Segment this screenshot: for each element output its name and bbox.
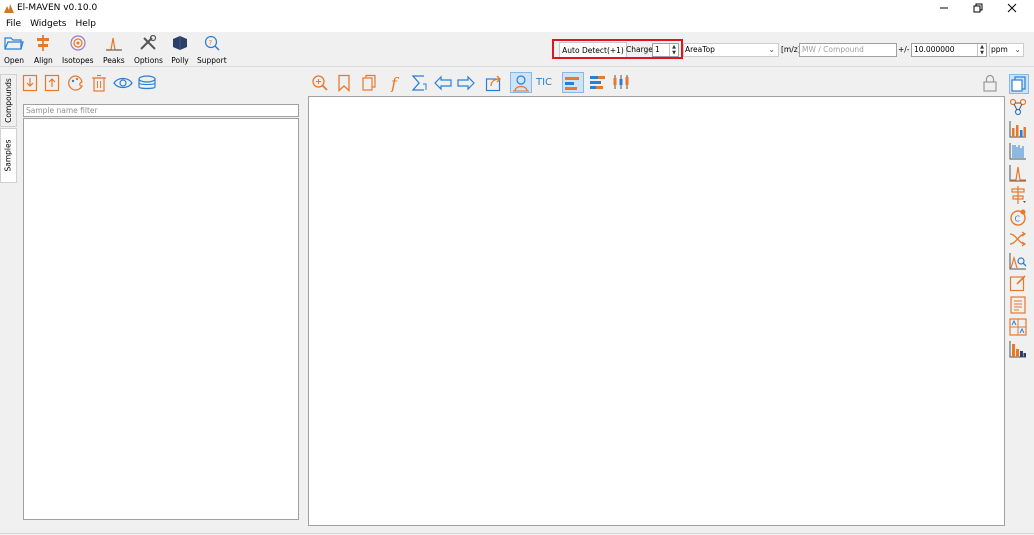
polly-icon xyxy=(171,35,189,54)
menu-bar: File Widgets Help xyxy=(0,16,1034,32)
trash-icon[interactable] xyxy=(91,74,107,95)
eye-icon[interactable] xyxy=(113,74,133,95)
highlight-box xyxy=(552,39,683,59)
peaks-label: Peaks xyxy=(103,56,125,65)
tab-samples-label: Samples xyxy=(4,139,13,172)
eic-plot-area[interactable] xyxy=(308,96,1005,526)
boxplot-icon[interactable] xyxy=(612,74,630,93)
svg-text:?: ? xyxy=(208,39,212,47)
chevron-down-icon: ⌄ xyxy=(768,45,775,54)
zoom-reset-icon[interactable] xyxy=(311,74,329,95)
stacked-bar-icon[interactable] xyxy=(589,74,607,93)
status-bar-divider xyxy=(0,533,1034,534)
menu-help[interactable]: Help xyxy=(75,19,96,29)
support-icon: ? xyxy=(202,35,222,54)
document-list-icon[interactable] xyxy=(1009,296,1027,317)
folder-open-icon xyxy=(4,35,24,54)
mz-compound-input[interactable]: MW / Compound xyxy=(799,43,897,57)
chevron-down-icon: ⌄ xyxy=(1014,45,1021,54)
peaks-icon xyxy=(105,35,123,54)
align-icon xyxy=(34,35,52,54)
menu-file[interactable]: File xyxy=(6,19,21,29)
tab-compounds[interactable]: Compounds xyxy=(0,74,17,127)
svg-text:C: C xyxy=(1015,215,1021,224)
edit-icon[interactable] xyxy=(1009,274,1027,295)
sample-list[interactable] xyxy=(23,118,299,520)
isotope-target-icon[interactable]: C xyxy=(1009,208,1027,229)
bar-chart-icon[interactable] xyxy=(562,72,584,93)
network-icon[interactable] xyxy=(1009,98,1027,119)
tic-button[interactable]: TIC xyxy=(536,77,552,88)
peak-shape-icon[interactable] xyxy=(1009,164,1027,185)
integrate-icon[interactable]: f xyxy=(389,74,405,95)
tolerance-label: +/- xyxy=(898,45,910,54)
tolerance-unit-select[interactable]: ppm ⌄ xyxy=(989,43,1024,57)
import-icon[interactable] xyxy=(22,74,38,95)
open-label: Open xyxy=(4,56,25,65)
arrow-right-icon[interactable] xyxy=(456,74,476,95)
shuffle-icon[interactable] xyxy=(1009,230,1027,251)
color-palette-icon[interactable] xyxy=(67,74,85,95)
isotopes-icon xyxy=(69,35,87,54)
tolerance-value: 10.000000 xyxy=(914,45,955,54)
mz-label: [m/z] xyxy=(781,45,801,54)
polly-label: Polly xyxy=(171,56,189,65)
align-label: Align xyxy=(34,56,53,65)
isotopes-button[interactable]: Isotopes xyxy=(62,35,94,65)
align-button[interactable]: Align xyxy=(34,35,53,65)
support-label: Support xyxy=(197,56,227,65)
heatmap-icon[interactable] xyxy=(1009,142,1027,163)
tolerance-unit-value: ppm xyxy=(991,45,1008,54)
copy-icon[interactable] xyxy=(360,74,378,95)
isotopes-label: Isotopes xyxy=(62,56,94,65)
menu-widgets[interactable]: Widgets xyxy=(30,19,66,29)
support-button[interactable]: ? Support xyxy=(197,35,227,65)
sum-icon[interactable] xyxy=(410,74,428,95)
title-bar: El-MAVEN v0.10.0 xyxy=(0,0,1034,16)
compare-grid-icon[interactable] xyxy=(1009,318,1027,339)
share-icon[interactable] xyxy=(485,74,503,95)
app-logo-icon xyxy=(4,3,14,16)
export-icon[interactable] xyxy=(44,74,60,95)
spectra-search-icon[interactable] xyxy=(1009,252,1027,273)
sample-name-filter-input[interactable]: Sample name filter xyxy=(23,104,299,117)
tolerance-spin-arrows[interactable]: ▲ ▼ xyxy=(977,44,986,56)
tolerance-spinbox[interactable]: 10.000000 ▲ ▼ xyxy=(911,43,987,57)
close-button[interactable] xyxy=(995,0,1029,16)
bar-plot-icon[interactable] xyxy=(1009,120,1027,141)
options-label: Options xyxy=(134,56,163,65)
options-button[interactable]: Options xyxy=(134,34,163,65)
polly-button[interactable]: Polly xyxy=(171,35,189,65)
window-title: El-MAVEN v0.10.0 xyxy=(17,3,98,13)
pages-icon[interactable] xyxy=(1009,74,1029,94)
quant-type-select[interactable]: AreaTop ⌄ xyxy=(683,43,779,57)
adjust-icon[interactable] xyxy=(1009,186,1027,207)
svg-text:f: f xyxy=(390,74,400,92)
tab-samples[interactable]: Samples xyxy=(0,128,17,183)
spectra-icon[interactable] xyxy=(510,72,532,93)
open-button[interactable]: Open xyxy=(4,35,24,65)
bookmark-icon[interactable] xyxy=(336,74,352,95)
peaks-button[interactable]: Peaks xyxy=(103,35,125,65)
tab-compounds-label: Compounds xyxy=(4,78,13,123)
histogram-icon[interactable] xyxy=(1009,340,1027,361)
lock-icon[interactable] xyxy=(982,74,998,95)
arrow-left-icon[interactable] xyxy=(433,74,453,95)
database-icon[interactable] xyxy=(137,74,157,95)
options-icon xyxy=(138,34,158,54)
restore-button[interactable] xyxy=(961,0,995,16)
quant-type-value: AreaTop xyxy=(685,45,715,54)
minimize-button[interactable] xyxy=(927,0,961,16)
